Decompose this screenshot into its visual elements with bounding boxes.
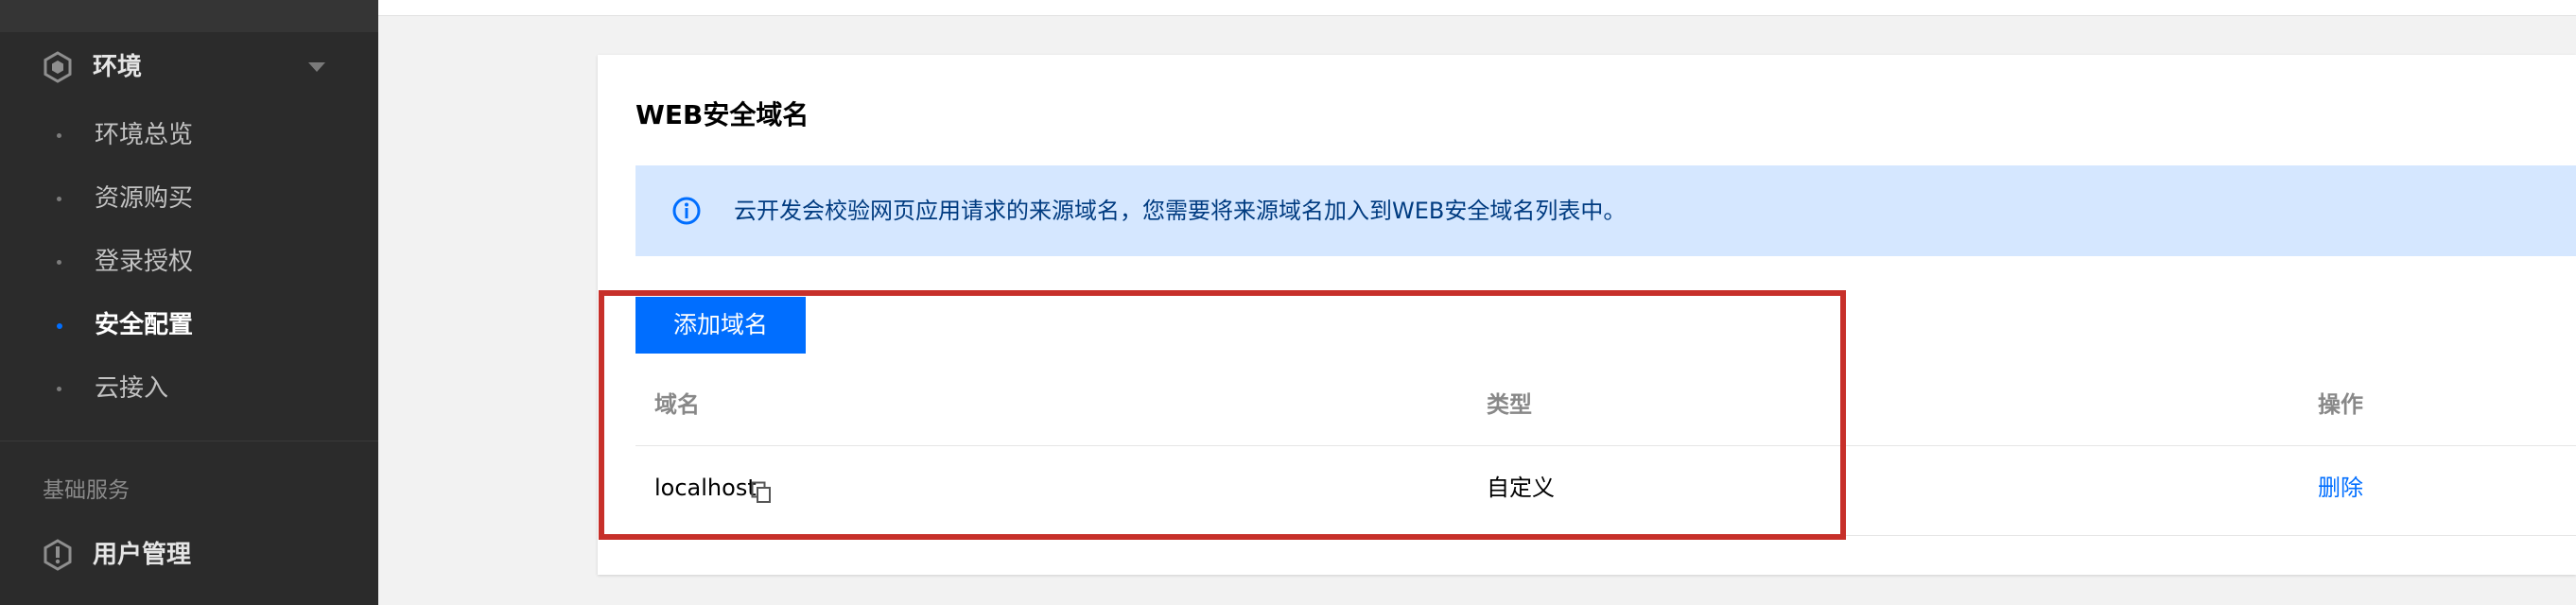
page-title: WEB安全域名 — [635, 99, 809, 130]
top-header — [378, 0, 2576, 16]
type-cell: 自定义 — [1487, 475, 1555, 501]
sidebar-item-label: 登录授权 — [95, 248, 194, 276]
bullet-icon — [57, 323, 62, 329]
column-header-type: 类型 — [1487, 391, 1532, 418]
domain-cell: localhost — [654, 475, 757, 501]
sidebar-group-label: 环境 — [93, 53, 143, 81]
column-header-action: 操作 — [2318, 391, 2363, 418]
sidebar-section-label: 基础服务 — [43, 478, 130, 503]
add-domain-button[interactable]: 添加域名 — [635, 297, 806, 354]
sidebar-item-user-management[interactable]: 用户管理 — [0, 526, 378, 586]
chevron-down-icon[interactable] — [308, 62, 325, 72]
web-security-domain-card: WEB安全域名 云开发会校验网页应用请求的来源域名，您需要将来源域名加入到WEB… — [598, 55, 2576, 575]
sidebar: 环境 环境总览 资源购买 登录授权 安全配置 云接入 基础服务 用户管理 — [0, 0, 378, 605]
sidebar-item-label: 资源购买 — [95, 184, 194, 213]
sidebar-item-label: 环境总览 — [95, 121, 194, 149]
bullet-icon — [57, 260, 61, 265]
info-alert: 云开发会校验网页应用请求的来源域名，您需要将来源域名加入到WEB安全域名列表中。 — [635, 165, 2576, 256]
sidebar-item-cloud-access[interactable]: 云接入 — [0, 357, 378, 420]
sidebar-item-label: 安全配置 — [95, 311, 194, 339]
sidebar-item-env-overview[interactable]: 环境总览 — [0, 104, 378, 166]
copy-icon[interactable] — [751, 481, 772, 504]
bullet-icon — [57, 133, 61, 138]
sidebar-item-login-auth[interactable]: 登录授权 — [0, 231, 378, 293]
sidebar-item-label: 用户管理 — [93, 541, 192, 569]
sidebar-top-strip — [0, 0, 378, 32]
hexagon-icon — [44, 51, 72, 83]
sidebar-item-label: 云接入 — [95, 374, 169, 403]
sidebar-item-resource-purchase[interactable]: 资源购买 — [0, 167, 378, 230]
alert-text: 云开发会校验网页应用请求的来源域名，您需要将来源域名加入到WEB安全域名列表中。 — [734, 198, 1627, 224]
user-shield-icon — [44, 539, 72, 571]
sidebar-group-environment[interactable]: 环境 — [0, 36, 378, 98]
bullet-icon — [57, 387, 61, 391]
column-header-domain: 域名 — [654, 391, 700, 418]
info-icon — [672, 197, 701, 225]
delete-link[interactable]: 删除 — [2318, 471, 2363, 505]
table-header-divider — [635, 445, 2576, 446]
sidebar-item-security-config[interactable]: 安全配置 — [0, 294, 378, 356]
bullet-icon — [57, 197, 61, 201]
table-row-divider — [635, 535, 2576, 536]
